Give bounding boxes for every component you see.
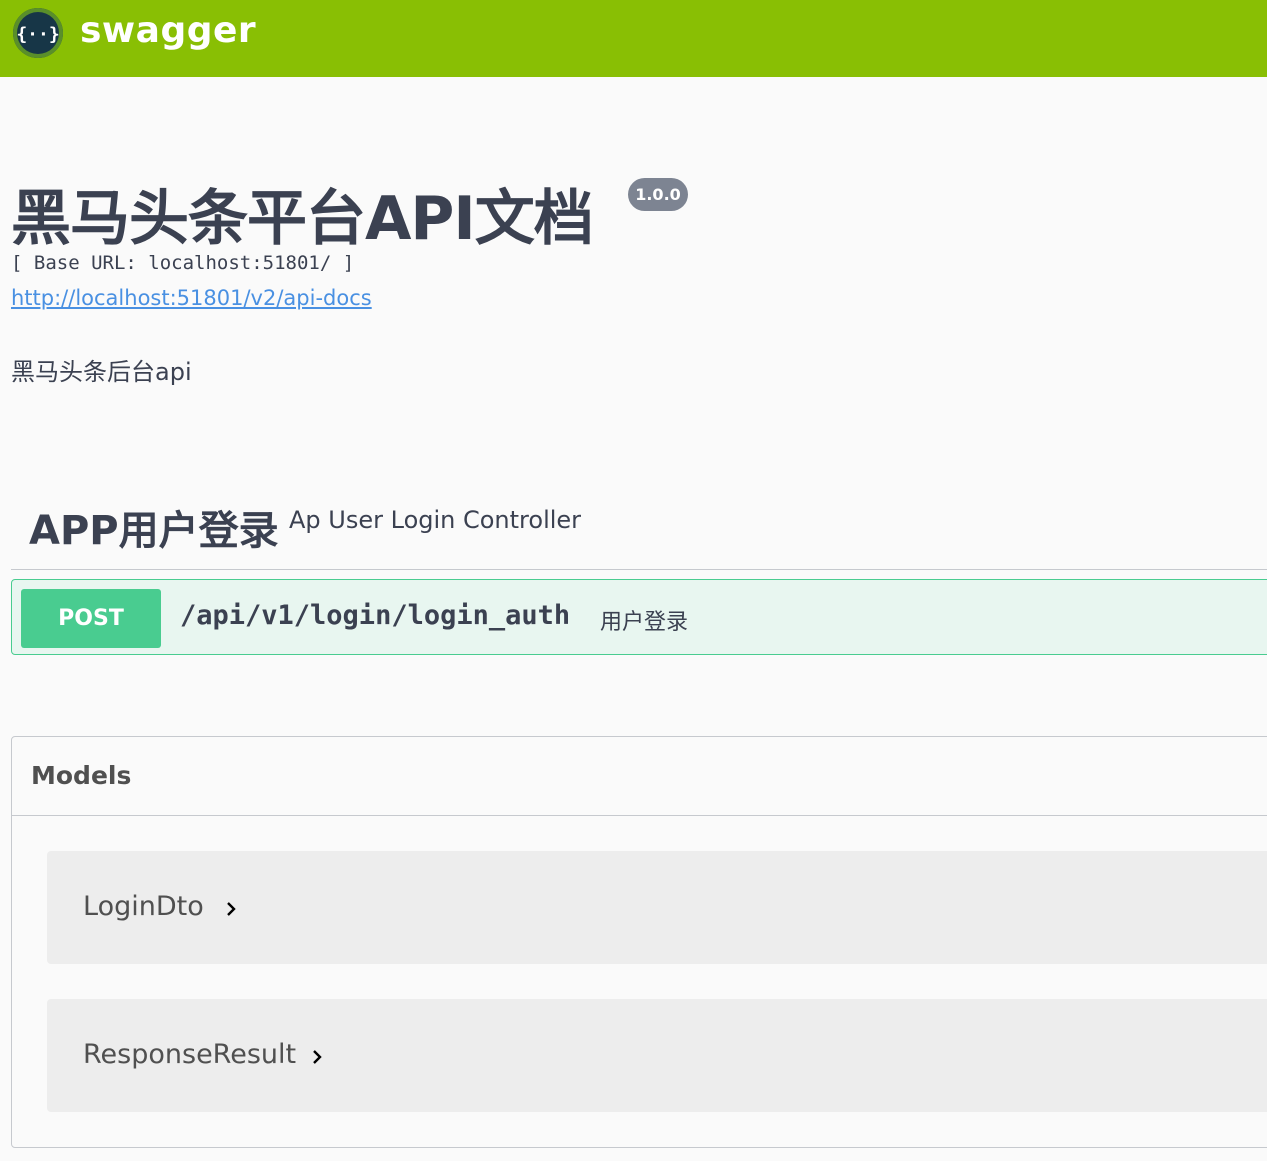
- tag-section-header[interactable]: APP用户登录 Ap User Login Controller: [11, 490, 1267, 570]
- operation-path: /api/v1/login/login_auth: [180, 600, 571, 631]
- operation-block[interactable]: POST /api/v1/login/login_auth 用户登录: [11, 579, 1267, 655]
- tag-name: APP用户登录: [29, 508, 279, 554]
- models-section: Models LoginDto ResponseResult: [11, 736, 1267, 1148]
- svg-text:{··}: {··}: [16, 24, 59, 45]
- tag-description: Ap User Login Controller: [289, 506, 582, 534]
- chevron-right-icon: [227, 902, 236, 916]
- base-url: [ Base URL: localhost:51801/ ]: [11, 252, 355, 274]
- models-header[interactable]: Models: [12, 737, 1267, 816]
- api-description: 黑马头条后台api: [11, 358, 192, 386]
- model-item[interactable]: ResponseResult: [47, 999, 1267, 1112]
- topbar: {··} swagger: [0, 0, 1267, 77]
- operation-summary: 用户登录: [600, 610, 689, 635]
- model-name: LoginDto: [83, 891, 204, 922]
- model-name: ResponseResult: [83, 1039, 297, 1070]
- page-title: 黑马头条平台API文档: [11, 184, 594, 254]
- swagger-logo-icon[interactable]: {··}: [13, 8, 63, 58]
- api-docs-link[interactable]: http://localhost:51801/v2/api-docs: [11, 286, 372, 310]
- models-title: Models: [31, 761, 132, 790]
- chevron-right-icon: [313, 1050, 322, 1064]
- model-item[interactable]: LoginDto: [47, 851, 1267, 964]
- version-badge: 1.0.0: [628, 178, 688, 211]
- brand-name[interactable]: swagger: [80, 10, 256, 51]
- method-badge: POST: [21, 589, 161, 648]
